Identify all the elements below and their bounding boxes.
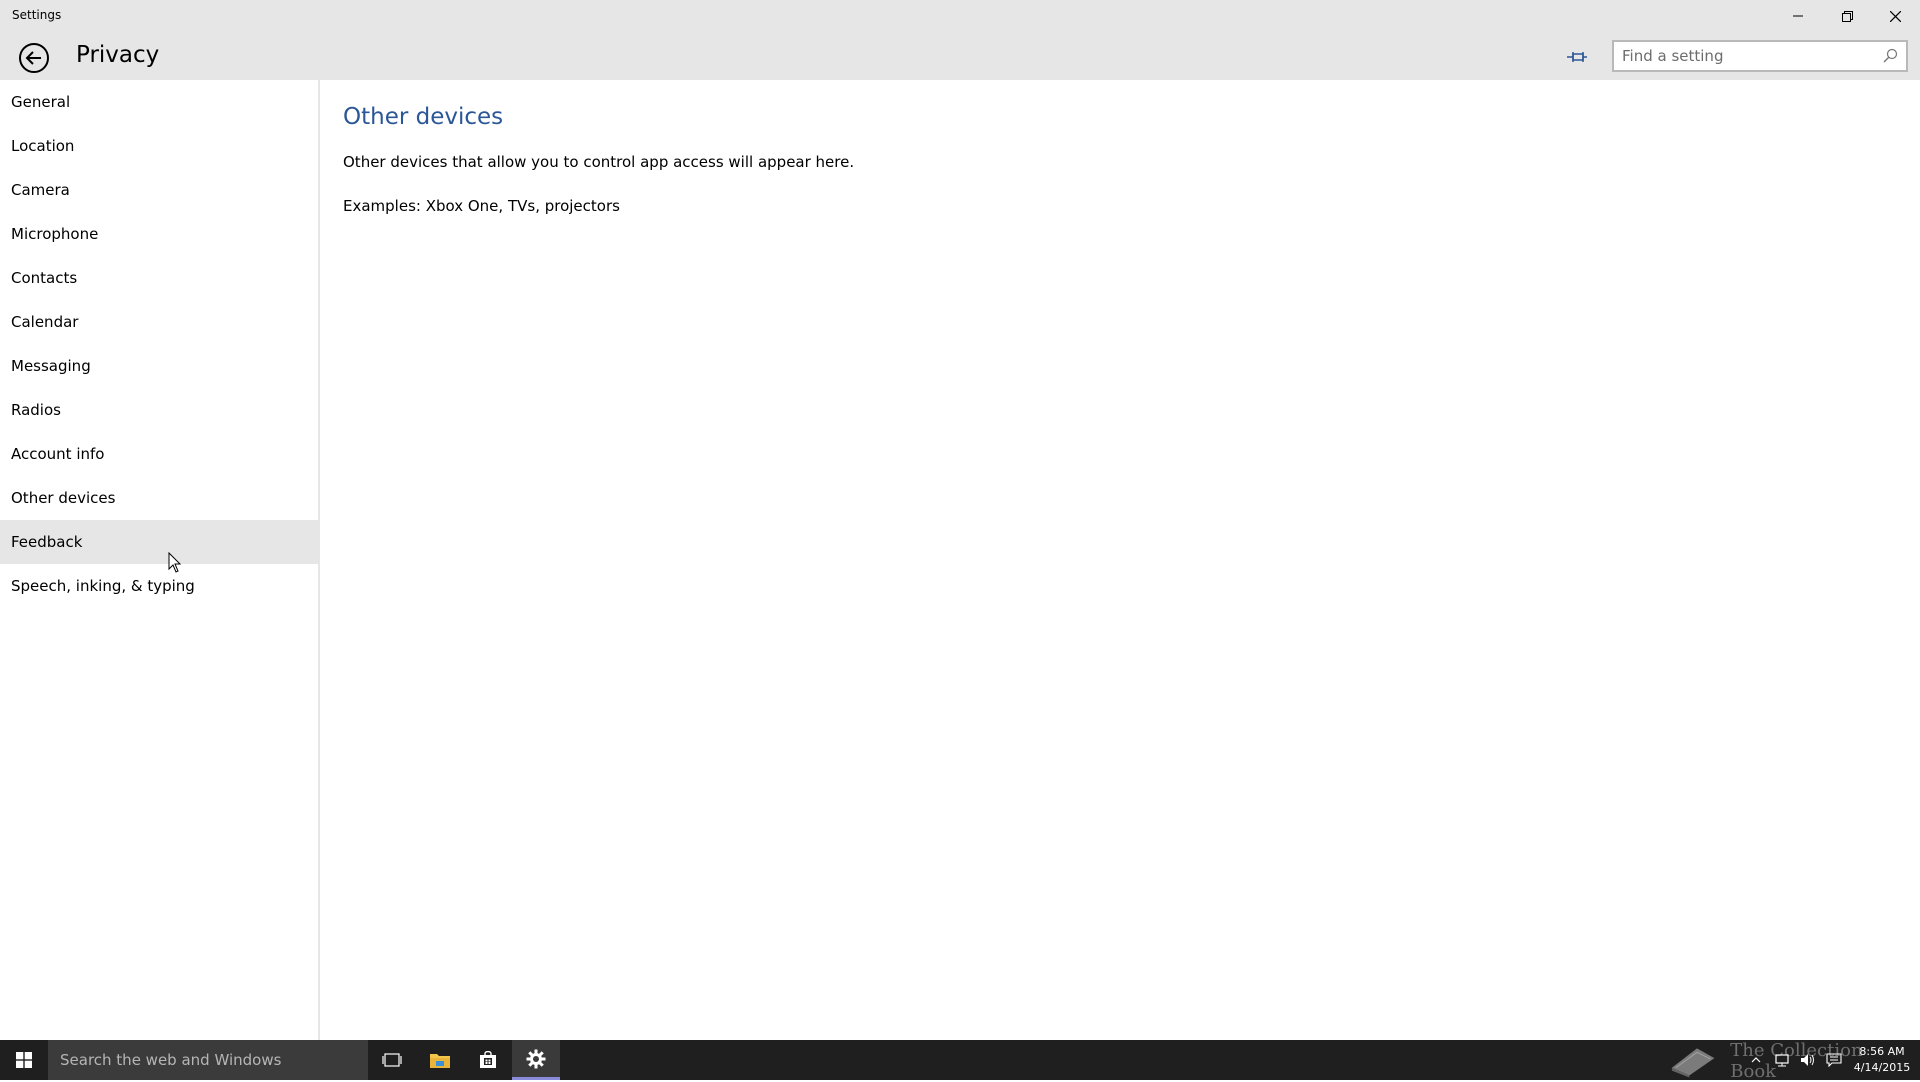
pin-icon: [1567, 52, 1587, 62]
system-tray: [1748, 1040, 1842, 1080]
task-view-icon: [382, 1053, 402, 1067]
sidebar-item-speech-inking-typing[interactable]: Speech, inking, & typing: [0, 564, 318, 608]
settings-taskbar-button[interactable]: [512, 1040, 560, 1080]
action-center-button[interactable]: [1826, 1052, 1842, 1068]
network-button[interactable]: [1774, 1052, 1790, 1068]
sidebar-item-label: Other devices: [11, 489, 116, 507]
book-logo-icon: [1671, 1048, 1715, 1078]
store-bag-icon: [480, 1051, 496, 1068]
sidebar-item-microphone[interactable]: Microphone: [0, 212, 318, 256]
sidebar-item-label: Speech, inking, & typing: [11, 577, 195, 595]
network-icon: [1775, 1054, 1789, 1067]
close-button[interactable]: [1872, 0, 1918, 32]
minimize-button[interactable]: [1775, 0, 1821, 32]
search-box[interactable]: [1612, 40, 1908, 72]
section-examples: Examples: Xbox One, TVs, projectors: [343, 197, 620, 215]
sidebar-item-contacts[interactable]: Contacts: [0, 256, 318, 300]
sidebar-item-label: Radios: [11, 401, 61, 419]
sidebar-item-label: Microphone: [11, 225, 99, 243]
sidebar-item-camera[interactable]: Camera: [0, 168, 318, 212]
tray-chevron-button[interactable]: [1748, 1052, 1764, 1068]
taskbar-search-placeholder: Search the web and Windows: [60, 1051, 282, 1069]
sidebar-item-label: Contacts: [11, 269, 78, 287]
minimize-icon: [1793, 15, 1803, 17]
sidebar-item-label: Messaging: [11, 357, 91, 375]
sidebar-item-general[interactable]: General: [0, 80, 318, 124]
clock-date: 4/14/2015: [1853, 1061, 1911, 1074]
page-title: Privacy: [76, 42, 160, 68]
chevron-up-icon: [1751, 1057, 1761, 1063]
sidebar-item-account-info[interactable]: Account info: [0, 432, 318, 476]
folder-icon: [430, 1054, 450, 1068]
back-arrow-icon: [19, 43, 49, 73]
taskbar: Search the web and Windows The Collectio…: [0, 1040, 1920, 1082]
sidebar-item-calendar[interactable]: Calendar: [0, 300, 318, 344]
sidebar-item-messaging[interactable]: Messaging: [0, 344, 318, 388]
sidebar-item-label: Camera: [11, 181, 70, 199]
close-icon: [1889, 10, 1901, 22]
volume-icon: [1801, 1054, 1814, 1066]
restore-button[interactable]: [1824, 0, 1870, 32]
windows-logo-icon: [16, 1052, 32, 1068]
main-content: Other devices Other devices that allow y…: [343, 80, 1903, 1040]
sidebar-item-location[interactable]: Location: [0, 124, 318, 168]
pin-button[interactable]: [1562, 42, 1592, 72]
back-button[interactable]: [16, 40, 52, 76]
taskbar-search[interactable]: Search the web and Windows: [48, 1040, 368, 1080]
start-button[interactable]: [0, 1040, 48, 1080]
page-header: Privacy: [0, 32, 1920, 80]
sidebar-item-label: General: [11, 93, 71, 111]
sidebar-item-label: Calendar: [11, 313, 79, 331]
store-button[interactable]: [464, 1040, 512, 1080]
gear-icon: [526, 1049, 546, 1068]
search-icon[interactable]: [1882, 48, 1898, 64]
sidebar-item-label: Account info: [11, 445, 105, 463]
section-title: Other devices: [343, 104, 504, 130]
action-center-icon: [1826, 1053, 1842, 1067]
clock-time: 8:56 AM: [1859, 1045, 1905, 1058]
title-bar: Settings: [0, 0, 1920, 32]
sidebar-item-radios[interactable]: Radios: [0, 388, 318, 432]
settings-window: Settings Privacy Find a setting General …: [0, 0, 1920, 1040]
volume-button[interactable]: [1800, 1052, 1816, 1068]
section-description: Other devices that allow you to control …: [343, 153, 855, 171]
search-input[interactable]: [1622, 46, 1872, 66]
sidebar-item-label: Feedback: [11, 533, 83, 551]
file-explorer-button[interactable]: [416, 1040, 464, 1080]
sidebar-item-label: Location: [11, 137, 75, 155]
window-title: Settings: [12, 8, 62, 22]
sidebar-item-other-devices[interactable]: Other devices: [0, 476, 318, 520]
restore-icon: [1841, 10, 1853, 22]
sidebar-item-feedback[interactable]: Feedback: [0, 520, 318, 564]
sidebar-nav: General Location Camera Microphone Conta…: [0, 80, 320, 1040]
taskbar-clock[interactable]: 8:56 AM 4/14/2015: [1848, 1044, 1916, 1076]
task-view-button[interactable]: [368, 1040, 416, 1080]
mouse-cursor-icon: [168, 552, 182, 573]
